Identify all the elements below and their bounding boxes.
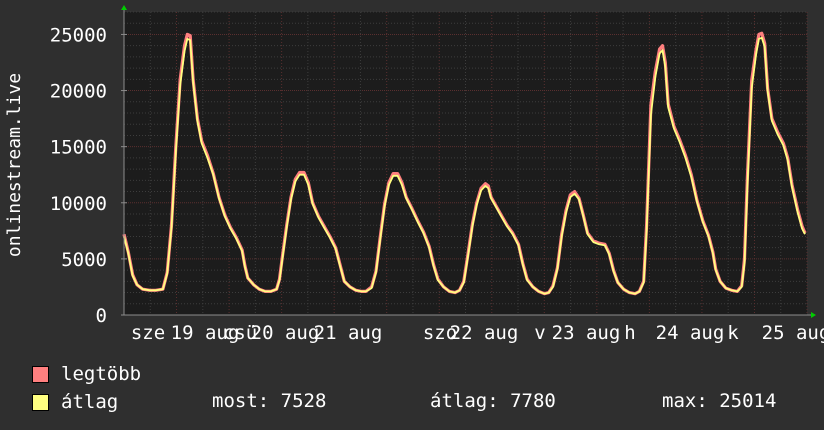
legend-label-avg: átlag [61, 391, 119, 413]
stat-max: max: 25014 [662, 390, 777, 412]
y-axis-arrow [121, 5, 127, 10]
legend-item-avg: átlag [32, 391, 118, 413]
x-tick-label: 20 aug [251, 322, 320, 344]
stat-average: átlag: 7780 [430, 390, 556, 412]
y-tick-label: 20000 [50, 81, 107, 103]
x-tick-label: 25 aug [762, 322, 824, 344]
stat-now: most: 7528 [212, 390, 327, 412]
legend-swatch-max [32, 365, 49, 383]
y-tick-label: 15000 [50, 137, 107, 159]
legend-item-max: legtöbb [32, 363, 141, 385]
x-tick-label: 23 aug [552, 322, 621, 344]
y-tick-label: 10000 [50, 193, 107, 215]
legend-label-max: legtöbb [61, 363, 142, 385]
y-tick-label: 0 [96, 305, 107, 327]
x-tick-label: h [624, 322, 635, 344]
x-tick-label: v [534, 322, 545, 344]
x-tick-label: k [727, 322, 739, 344]
y-tick-label: 5000 [61, 249, 107, 271]
y-axis-label: onlinestream.live [4, 73, 25, 257]
x-axis-arrow [811, 312, 816, 318]
x-tick-label: sze [131, 322, 165, 344]
legend-swatch-avg [32, 393, 49, 411]
x-tick-label: 21 aug [314, 322, 383, 344]
y-tick-label: 25000 [50, 24, 107, 46]
x-tick-label: 24 aug [656, 322, 725, 344]
x-tick-label: 22 aug [450, 322, 519, 344]
